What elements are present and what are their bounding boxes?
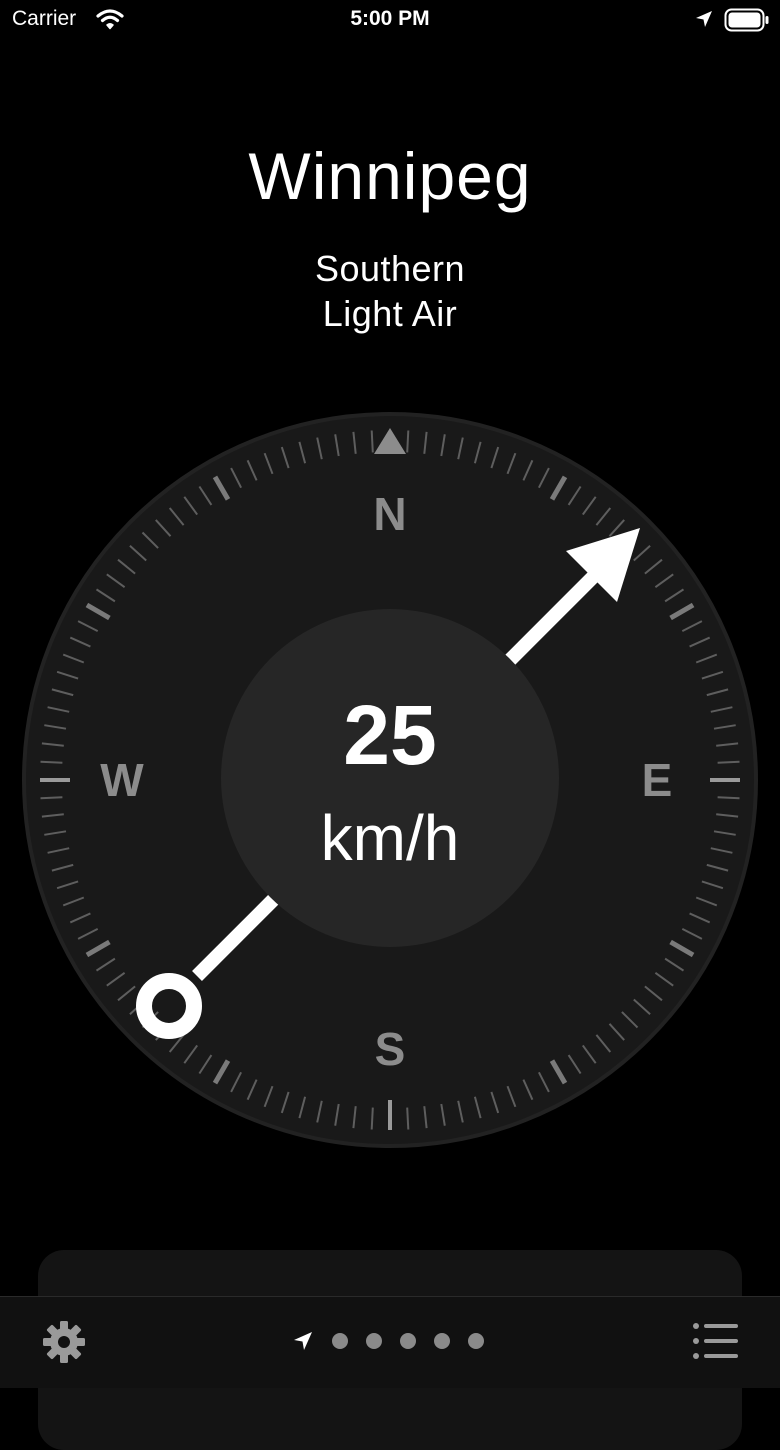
compass-tick — [370, 1107, 374, 1130]
status-bar: Carrier 5:00 PM — [0, 0, 780, 40]
status-time: 5:00 PM — [350, 7, 430, 30]
page-dot[interactable] — [366, 1333, 382, 1349]
page-dot[interactable] — [332, 1333, 348, 1349]
gear-icon[interactable] — [42, 1320, 86, 1364]
compass-tick — [370, 430, 374, 453]
cardinal-west: W — [100, 754, 144, 806]
page-dot[interactable] — [400, 1333, 416, 1349]
wind-descriptor-label: Light Air — [322, 293, 458, 334]
bottom-toolbar — [0, 1296, 780, 1388]
city-title: Winnipeg — [248, 139, 532, 213]
page-indicator[interactable] — [292, 1326, 502, 1356]
cardinal-south: S — [375, 1023, 406, 1075]
wind-compass: N E S W 25 km/h — [20, 410, 760, 1150]
compass-tick — [406, 430, 410, 453]
compass-tick — [40, 796, 63, 800]
page-dot[interactable] — [468, 1333, 484, 1349]
cardinal-east: E — [642, 754, 673, 806]
location-arrow-icon — [694, 9, 714, 34]
compass-tick — [717, 760, 740, 764]
compass-tick — [717, 796, 740, 800]
compass-tick — [40, 760, 63, 764]
wind-speed-unit: km/h — [321, 802, 460, 874]
compass-tick — [406, 1107, 410, 1130]
page-dot[interactable] — [434, 1333, 450, 1349]
list-icon[interactable] — [692, 1321, 738, 1361]
wind-direction-label: Southern — [314, 248, 466, 289]
wind-speed-value: 25 — [343, 688, 436, 782]
location-arrow-icon — [292, 1330, 314, 1352]
cardinal-north: N — [373, 488, 406, 540]
battery-icon — [724, 8, 770, 37]
